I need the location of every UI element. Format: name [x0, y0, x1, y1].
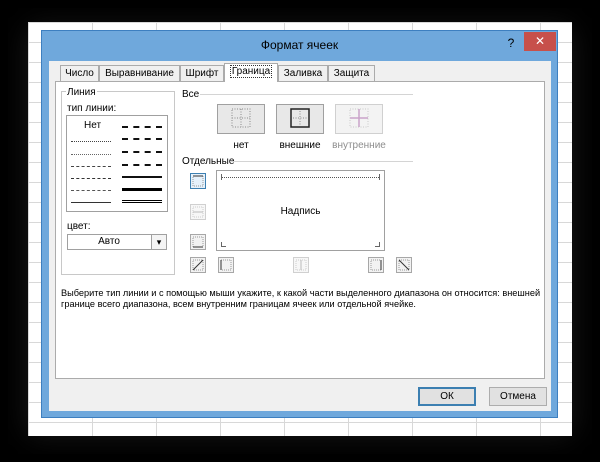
- border-inside-horizontal-button[interactable]: [190, 204, 206, 220]
- preview-text: Надпись: [280, 206, 321, 217]
- close-button[interactable]: ✕: [524, 32, 556, 51]
- border-inside-icon: [349, 108, 369, 128]
- help-button[interactable]: ?: [498, 34, 524, 52]
- preview-top-border: [222, 177, 379, 178]
- preset-none-label: нет: [233, 140, 249, 151]
- border-divider: [230, 161, 413, 162]
- line-style-thin[interactable]: [71, 202, 111, 203]
- border-right-icon: [370, 259, 382, 271]
- line-style-list[interactable]: Нет: [66, 115, 168, 212]
- border-none-icon: [231, 108, 251, 128]
- line-style-dotted[interactable]: [71, 154, 111, 155]
- line-style-double[interactable]: [122, 200, 162, 203]
- border-outline-icon: [290, 108, 310, 128]
- line-style-medium-dashdot[interactable]: [122, 151, 162, 153]
- preview-corner-tr: [376, 174, 380, 180]
- tab-number[interactable]: Число: [60, 65, 99, 81]
- border-left-icon: [220, 259, 232, 271]
- presets-group-label: Все: [182, 89, 200, 100]
- ok-button[interactable]: ОК: [418, 387, 476, 406]
- line-style-thick[interactable]: [122, 188, 162, 191]
- line-style-slanted-dashdot[interactable]: [122, 138, 162, 140]
- border-top-icon: [192, 175, 204, 187]
- line-group-label: Линия: [66, 87, 97, 98]
- preset-inside-label: внутренние: [332, 140, 386, 151]
- title-bar: Формат ячеек ? ✕: [42, 31, 557, 59]
- line-style-dashdot[interactable]: [71, 178, 111, 179]
- preset-none-button[interactable]: [217, 104, 265, 134]
- line-style-medium-dashed[interactable]: [122, 164, 162, 166]
- border-inside-vertical-button[interactable]: [293, 257, 309, 273]
- chevron-down-icon[interactable]: ▾: [151, 235, 166, 249]
- border-group-label: Отдельные: [182, 156, 235, 167]
- border-preview[interactable]: Надпись: [216, 170, 385, 251]
- line-style-medium-dashdotdot[interactable]: [122, 126, 162, 128]
- preset-outline-button[interactable]: [276, 104, 324, 134]
- border-top-button[interactable]: [190, 173, 206, 189]
- border-diagonal-down-button[interactable]: [396, 257, 412, 273]
- border-left-button[interactable]: [218, 257, 234, 273]
- border-bottom-icon: [192, 236, 204, 248]
- border-inside-horizontal-icon: [192, 206, 204, 218]
- line-style-medium[interactable]: [122, 176, 162, 178]
- description-text: Выберите тип линии и с помощью мыши укаж…: [61, 288, 541, 309]
- line-color-label: цвет:: [67, 221, 91, 232]
- line-color-select[interactable]: Авто ▾: [67, 234, 167, 250]
- preset-inside-button[interactable]: [335, 104, 383, 134]
- line-style-dashed[interactable]: [71, 190, 111, 191]
- preview-corner-bl: [221, 242, 226, 247]
- line-style-hair[interactable]: [71, 141, 111, 142]
- tab-protection[interactable]: Защита: [328, 65, 375, 81]
- border-diagonal-down-icon: [398, 259, 410, 271]
- line-style-dashdotdot[interactable]: [71, 166, 111, 167]
- tab-border[interactable]: Граница: [224, 63, 278, 82]
- line-color-value: Авто: [98, 236, 120, 247]
- presets-divider: [200, 94, 413, 95]
- cancel-button[interactable]: Отмена: [489, 387, 547, 406]
- tab-fill[interactable]: Заливка: [278, 65, 328, 81]
- border-diagonal-up-button[interactable]: [190, 257, 206, 273]
- line-style-none[interactable]: Нет: [84, 120, 101, 131]
- preview-corner-tl: [221, 174, 225, 180]
- border-bottom-button[interactable]: [190, 234, 206, 250]
- dialog-title: Формат ячеек: [260, 38, 339, 52]
- tab-alignment[interactable]: Выравнивание: [99, 65, 180, 81]
- preview-corner-br: [375, 242, 380, 247]
- preset-outline-label: внешние: [279, 140, 321, 151]
- border-right-button[interactable]: [368, 257, 384, 273]
- border-inside-vertical-icon: [295, 259, 307, 271]
- border-diagonal-up-icon: [192, 259, 204, 271]
- line-type-label: тип линии:: [67, 103, 117, 114]
- tab-font[interactable]: Шрифт: [180, 65, 224, 81]
